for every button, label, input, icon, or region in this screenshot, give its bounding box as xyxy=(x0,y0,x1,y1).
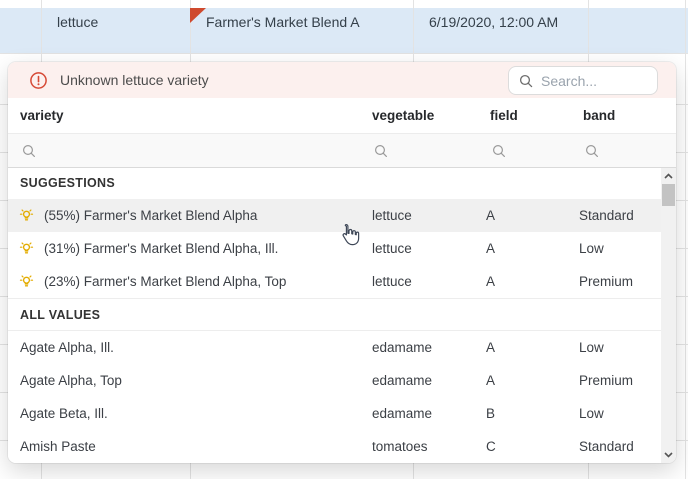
column-header-row: variety vegetable field band xyxy=(8,98,676,134)
row-variety: Agate Beta, Ill. xyxy=(20,397,108,430)
filter-input-vegetable[interactable] xyxy=(374,134,388,168)
row-field: A xyxy=(486,265,495,298)
row-band: Low xyxy=(579,397,604,430)
column-header-band[interactable]: band xyxy=(583,98,615,134)
scroll-up-icon[interactable] xyxy=(661,169,676,183)
screen: lettuce Farmer's Market Blend A 6/19/202… xyxy=(0,0,688,479)
search-icon xyxy=(22,144,36,158)
row-vegetable: edamame xyxy=(372,397,432,430)
cell-date[interactable]: 6/19/2020, 12:00 AM xyxy=(429,0,558,45)
row-field: A xyxy=(486,331,495,364)
grid-line xyxy=(0,53,688,54)
alert-circle-icon xyxy=(30,72,47,89)
value-row[interactable]: Agate Beta, Ill. edamame B Low xyxy=(8,397,676,430)
row-variety: (23%) Farmer's Market Blend Alpha, Top xyxy=(44,265,286,298)
row-variety: Agate Alpha, Ill. xyxy=(20,331,114,364)
lightbulb-icon xyxy=(19,241,34,256)
filter-input-band[interactable] xyxy=(585,134,599,168)
row-vegetable: edamame xyxy=(372,331,432,364)
row-vegetable: lettuce xyxy=(372,232,412,265)
row-variety: Amish Paste xyxy=(20,430,96,463)
scroll-down-icon[interactable] xyxy=(661,448,676,462)
scrollbar-thumb[interactable] xyxy=(662,184,675,206)
row-variety: (31%) Farmer's Market Blend Alpha, Ill. xyxy=(44,232,278,265)
row-band: Low xyxy=(579,331,604,364)
row-field: A xyxy=(486,232,495,265)
results-list: SUGGESTIONS (55%) Farmer's Market Blend … xyxy=(8,168,676,463)
row-vegetable: lettuce xyxy=(372,199,412,232)
row-vegetable: edamame xyxy=(372,364,432,397)
search-icon xyxy=(492,144,506,158)
row-field: B xyxy=(486,397,495,430)
search-icon xyxy=(585,144,599,158)
section-header-all-values: ALL VALUES xyxy=(8,298,676,331)
error-flag-icon xyxy=(190,8,206,23)
row-field: A xyxy=(486,199,495,232)
row-vegetable: lettuce xyxy=(372,265,412,298)
cell-variety[interactable]: Farmer's Market Blend A xyxy=(206,0,360,45)
autocomplete-popup: Unknown lettuce variety Search... variet… xyxy=(8,62,676,463)
alert-message: Unknown lettuce variety xyxy=(60,72,209,88)
column-header-field[interactable]: field xyxy=(490,98,518,134)
row-field: A xyxy=(486,364,495,397)
row-field: C xyxy=(486,430,496,463)
cell-vegetable[interactable]: lettuce xyxy=(57,0,98,45)
column-header-variety[interactable]: variety xyxy=(20,98,64,134)
row-band: Standard xyxy=(579,199,634,232)
value-row[interactable]: Agate Alpha, Top edamame A Premium xyxy=(8,364,676,397)
grid-line xyxy=(685,0,686,479)
filter-row xyxy=(8,134,676,168)
filter-input-variety[interactable] xyxy=(22,134,36,168)
filter-input-field[interactable] xyxy=(492,134,506,168)
suggestion-row[interactable]: (23%) Farmer's Market Blend Alpha, Top l… xyxy=(8,265,676,298)
search-icon xyxy=(519,74,533,88)
row-variety: Agate Alpha, Top xyxy=(20,364,122,397)
row-band: Premium xyxy=(579,265,633,298)
alert-bar: Unknown lettuce variety Search... xyxy=(8,62,676,98)
suggestion-row[interactable]: (55%) Farmer's Market Blend Alpha lettuc… xyxy=(8,199,676,232)
value-row[interactable]: Amish Paste tomatoes C Standard xyxy=(8,430,676,463)
suggestion-row[interactable]: (31%) Farmer's Market Blend Alpha, Ill. … xyxy=(8,232,676,265)
section-header-suggestions: SUGGESTIONS xyxy=(8,168,676,199)
value-row[interactable]: Agate Alpha, Ill. edamame A Low xyxy=(8,331,676,364)
row-band: Standard xyxy=(579,430,634,463)
search-input[interactable]: Search... xyxy=(508,66,658,95)
row-band: Low xyxy=(579,232,604,265)
row-vegetable: tomatoes xyxy=(372,430,428,463)
row-band: Premium xyxy=(579,364,633,397)
lightbulb-icon xyxy=(19,274,34,289)
scrollbar[interactable] xyxy=(661,168,676,463)
column-header-vegetable[interactable]: vegetable xyxy=(372,98,434,134)
search-placeholder: Search... xyxy=(541,73,597,89)
row-variety: (55%) Farmer's Market Blend Alpha xyxy=(44,199,257,232)
lightbulb-icon xyxy=(19,208,34,223)
search-icon xyxy=(374,144,388,158)
